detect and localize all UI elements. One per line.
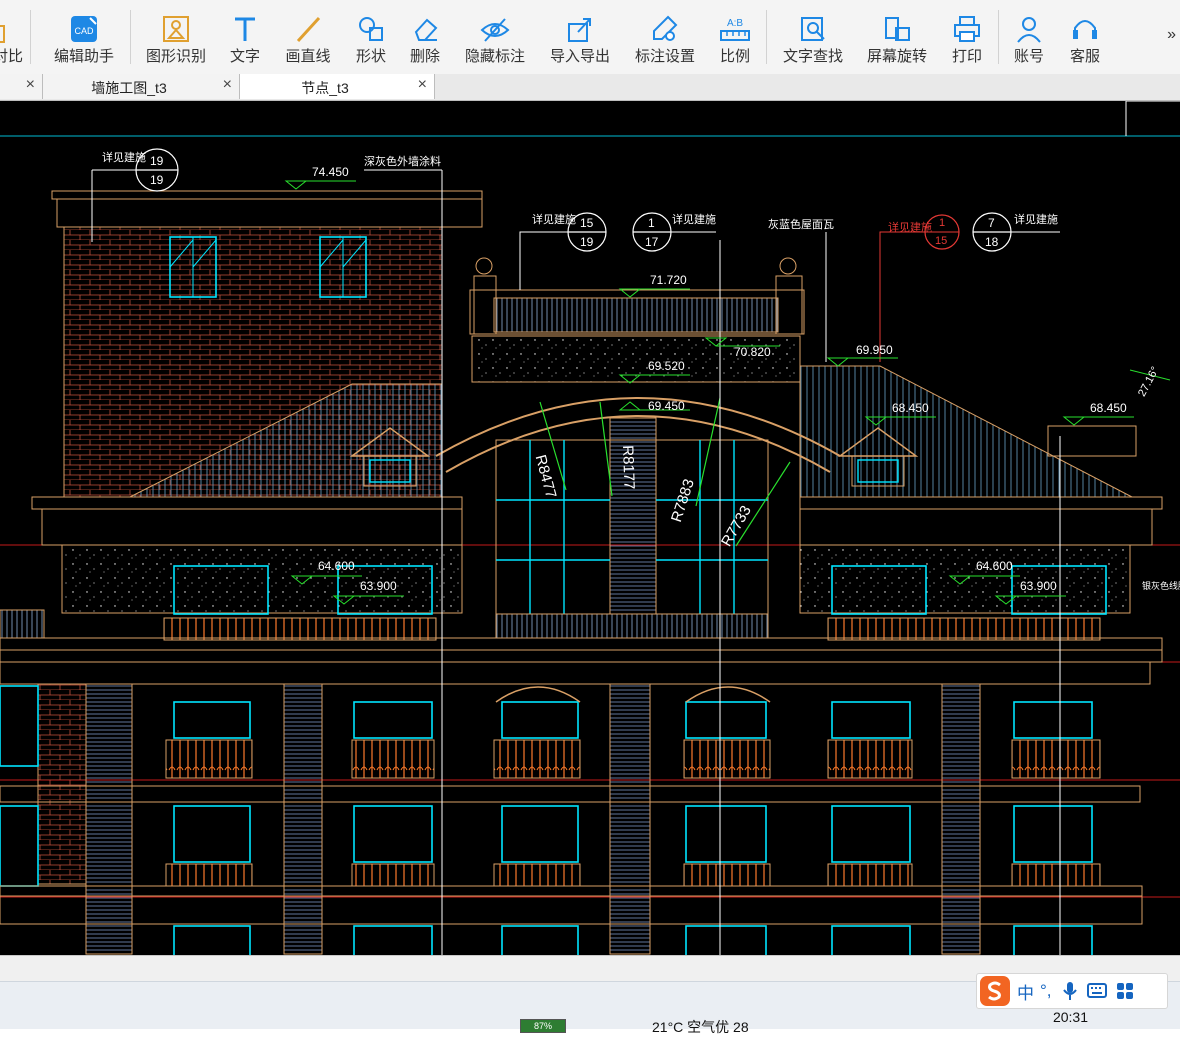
ime-language-toggle[interactable]: 中 [1017,979,1034,1004]
detail-ref-number: 19 [150,173,164,187]
edit-assistant-button[interactable]: CAD 编辑助手 [48,0,120,74]
material-note: 灰蓝色屋面瓦 [768,219,834,231]
drawing-canvas[interactable]: 详见建施 详见建施 详见建施 详见建施 详见建施 19 19 15 19 1 1… [0,101,1180,955]
angle-label: 27.16° [1136,364,1162,399]
scale-icon: A:B [718,0,752,44]
ime-punctuation-toggle[interactable]: °, [1040,981,1052,1001]
more-tools-button[interactable]: » [1167,26,1176,44]
rotate-screen-button[interactable]: 屏幕旋转 [860,0,934,74]
account-icon [1014,0,1044,44]
elevation-label: 64.600 [318,559,355,573]
tab-previous-document[interactable]: × [0,74,43,99]
annotation-settings-button[interactable]: 标注设置 [628,0,702,74]
toolbar-separator [998,10,999,64]
tab-node-detail[interactable]: 节点_t3 × [240,74,435,99]
text-search-button[interactable]: 文字查找 [776,0,850,74]
microphone-icon[interactable] [1060,980,1080,1002]
elevation-label: 68.450 [1090,401,1127,415]
toolbar-separator [766,10,767,64]
radius-label: R8477 [531,453,560,501]
text-button[interactable]: 文字 [222,0,268,74]
callout-label: 详见建施 [888,222,932,234]
account-button[interactable]: 账号 [1006,0,1052,74]
callout-label: 详见建施 [532,214,576,226]
close-icon[interactable]: × [418,76,427,94]
eraser-icon [410,0,440,44]
radius-label: R7883 [668,476,698,525]
detail-ref-number: 7 [988,216,995,230]
shape-recognize-icon [161,0,191,44]
compare-button[interactable]: 对比 [0,0,24,74]
text-search-icon [798,0,828,44]
radius-label: R8177 [619,445,638,490]
elevation-label: 68.450 [892,401,929,415]
elevation-label: 69.950 [856,343,893,357]
elevation-label: 70.820 [734,345,771,359]
print-button[interactable]: 打印 [944,0,990,74]
draw-line-button[interactable]: 画直线 [278,0,338,74]
cad-edit-icon: CAD [68,0,100,44]
callout-label: 详见建施 [1014,214,1058,226]
line-icon [293,0,323,44]
text-icon [230,0,260,44]
scale-button[interactable]: A:B 比例 [712,0,758,74]
detail-ref-number: 19 [580,235,594,249]
svg-text:A:B: A:B [727,18,743,29]
customer-service-button[interactable]: 客服 [1062,0,1108,74]
system-clock[interactable]: 20:31 [1053,1009,1088,1025]
elevation-label: 64.600 [976,559,1013,573]
callout-label: 详见建施 [102,152,146,164]
elevation-label: 63.900 [1020,579,1057,593]
shape-recognize-button[interactable]: 图形识别 [140,0,212,74]
elevation-label: 71.720 [650,273,687,287]
elevation-label: 69.520 [648,359,685,373]
elevation-label: 69.450 [648,399,685,413]
shape-button[interactable]: 形状 [348,0,394,74]
detail-ref-number: 1 [939,217,946,229]
weather-widget[interactable]: 21°C 空气优 28 [652,1017,749,1037]
callout-label: 详见建施 [672,214,716,226]
elevation-label: 63.900 [360,579,397,593]
toolbar-separator [30,10,31,64]
import-export-icon [565,0,595,44]
detail-ref-number: 17 [645,235,659,249]
compare-icon [0,0,18,44]
toolbar-separator [130,10,131,64]
detail-ref-number: 1 [648,216,655,230]
sogou-logo-icon [980,976,1010,1006]
detail-ref-number: 15 [580,216,594,230]
material-note: 银灰色线脚 [1142,581,1180,591]
material-note: 深灰色外墙涂料 [364,156,441,168]
ime-menu-icon[interactable] [1114,980,1136,1002]
ime-toolbar[interactable]: 中 °, [976,973,1168,1009]
annotation-settings-icon [650,0,680,44]
detail-ref-number: 15 [935,235,948,247]
import-export-button[interactable]: 导入导出 [542,0,618,74]
tab-wall-construction[interactable]: 墙施工图_t3 × [43,74,240,99]
detail-ref-number: 18 [985,235,999,249]
annotation-layer: 详见建施 详见建施 详见建施 详见建施 详见建施 19 19 15 19 1 1… [0,101,1180,955]
printer-icon [952,0,982,44]
battery-indicator[interactable]: 87% [520,1019,566,1033]
close-icon[interactable]: × [26,76,35,94]
document-tab-bar: × 墙施工图_t3 × 节点_t3 × [0,74,1180,101]
keyboard-icon[interactable] [1086,981,1108,1001]
delete-button[interactable]: 删除 [402,0,448,74]
svg-text:CAD: CAD [74,26,94,36]
headset-icon [1070,0,1100,44]
elevation-label: 74.450 [312,165,349,179]
shape-icon [356,0,386,44]
eye-hidden-icon [479,0,511,44]
rotate-screen-icon [882,0,912,44]
toolbar: 对比 CAD 编辑助手 图形识别 文字 画直线 形状 删除 隐藏标注 导入导出 … [0,0,1180,75]
detail-ref-number: 19 [150,154,164,168]
hide-annotation-button[interactable]: 隐藏标注 [458,0,532,74]
close-icon[interactable]: × [223,76,232,94]
radius-label: R7733 [718,502,755,550]
